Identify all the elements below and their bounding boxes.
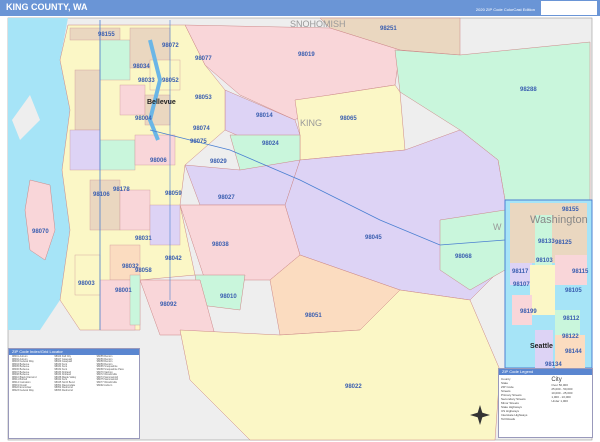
zip-label: 98024 — [262, 141, 279, 147]
zip-label: 98019 — [298, 52, 315, 58]
zip-label: 98133 — [538, 239, 555, 245]
index-row: 98023 Federal Way — [12, 388, 34, 392]
zip-label: 98107 — [513, 282, 530, 288]
zip-label: 98122 — [562, 334, 579, 340]
zip-label: 98045 — [365, 235, 382, 241]
zip-label: 98001 — [115, 288, 132, 294]
seattle-inset-map: Washington Seattle 98155 98133 98125 981… — [504, 199, 593, 369]
county-label-king: KING — [300, 118, 322, 128]
index-row: 98053 Redmond — [54, 388, 73, 392]
zip-label: 98106 — [93, 192, 110, 198]
zip-label: 98010 — [220, 294, 237, 300]
zip-label: 98155 — [98, 32, 115, 38]
zip-label: 98032 — [122, 264, 139, 270]
zip-label: 98034 — [133, 64, 150, 70]
puget-sound-water — [8, 18, 70, 330]
legend-city-size: Under 1,000 — [551, 399, 568, 403]
zip-label: 98027 — [218, 195, 235, 201]
map-legend: ZIP Code Legend County State ZIP Code Stree… — [498, 368, 593, 438]
zip-label: 98074 — [193, 126, 210, 132]
inset-title: Washington — [530, 214, 588, 226]
zip-label: 98053 — [195, 95, 212, 101]
region-label-w: W — [493, 222, 502, 232]
city-label-bellevue: Bellevue — [147, 99, 176, 106]
zip-label: 98105 — [565, 288, 582, 294]
legend-item: Toll Roads — [501, 417, 516, 421]
zip-label: 98031 — [135, 236, 152, 242]
city-label-seattle: Seattle — [530, 343, 553, 350]
zip-label: 98004 — [135, 116, 152, 122]
zip-label: 98112 — [563, 316, 580, 322]
zip-label: 98068 — [455, 254, 472, 260]
zip-label: 98155 — [562, 207, 579, 213]
zip-label: 98103 — [536, 258, 553, 264]
zip-label: 98052 — [162, 78, 179, 84]
zip-label: 98003 — [78, 281, 95, 287]
zip-label: 98059 — [165, 191, 182, 197]
zip-label: 98038 — [212, 242, 229, 248]
index-row: 98092 Auburn — [96, 383, 113, 387]
zip-index-rows: 98001 Auburn 98002 Auburn 98003 Federal Wa… — [9, 355, 139, 393]
zip-label: 98051 — [305, 313, 322, 319]
legend-city-sizes: City Over 50,000 25,000 - 50,000 10,000 - … — [549, 375, 592, 423]
zip-label: 98144 — [565, 349, 582, 355]
zip-label: 98029 — [210, 159, 227, 165]
zip-label: 98251 — [380, 26, 397, 32]
zip-label: 98199 — [520, 309, 537, 315]
zip-label: 98178 — [113, 187, 130, 193]
zip-index-table: ZIP Code Index/Grid Locator 98001 Auburn… — [8, 348, 140, 439]
zip-label: 98014 — [256, 113, 273, 119]
zip-label: 98115 — [572, 269, 589, 275]
zip-label: 98125 — [555, 240, 572, 246]
zip-label: 98042 — [165, 256, 182, 262]
zip-label: 98288 — [520, 87, 537, 93]
zip-label: 98092 — [160, 302, 177, 308]
zip-label: 98070 — [32, 229, 49, 235]
zip-label: 98077 — [195, 56, 212, 62]
zip-label: 98117 — [512, 269, 529, 275]
zip-label: 98072 — [162, 43, 179, 49]
zip-label: 98065 — [340, 116, 357, 122]
zip-label: 98075 — [190, 139, 207, 145]
county-label-snohomish: SNOHOMISH — [290, 19, 346, 29]
zip-label: 98022 — [345, 384, 362, 390]
legend-items: County State ZIP Code Streets Primary Street… — [499, 375, 549, 423]
zip-label: 98033 — [138, 78, 155, 84]
zip-label: 98006 — [150, 158, 167, 164]
